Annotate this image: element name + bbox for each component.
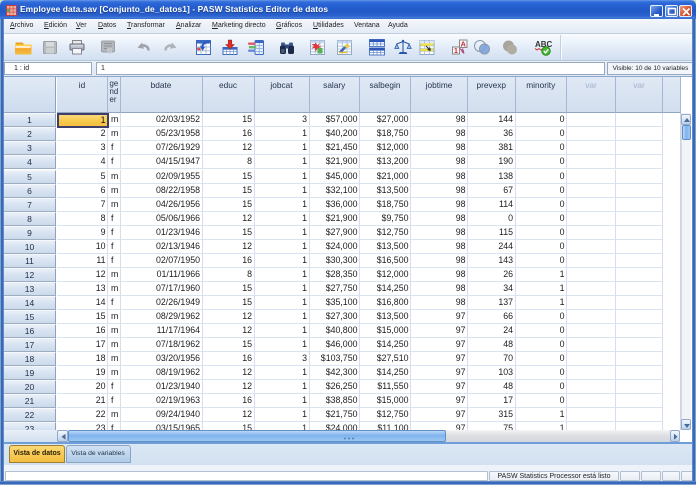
svg-text:A: A	[460, 39, 466, 48]
svg-text:1: 1	[454, 48, 458, 55]
